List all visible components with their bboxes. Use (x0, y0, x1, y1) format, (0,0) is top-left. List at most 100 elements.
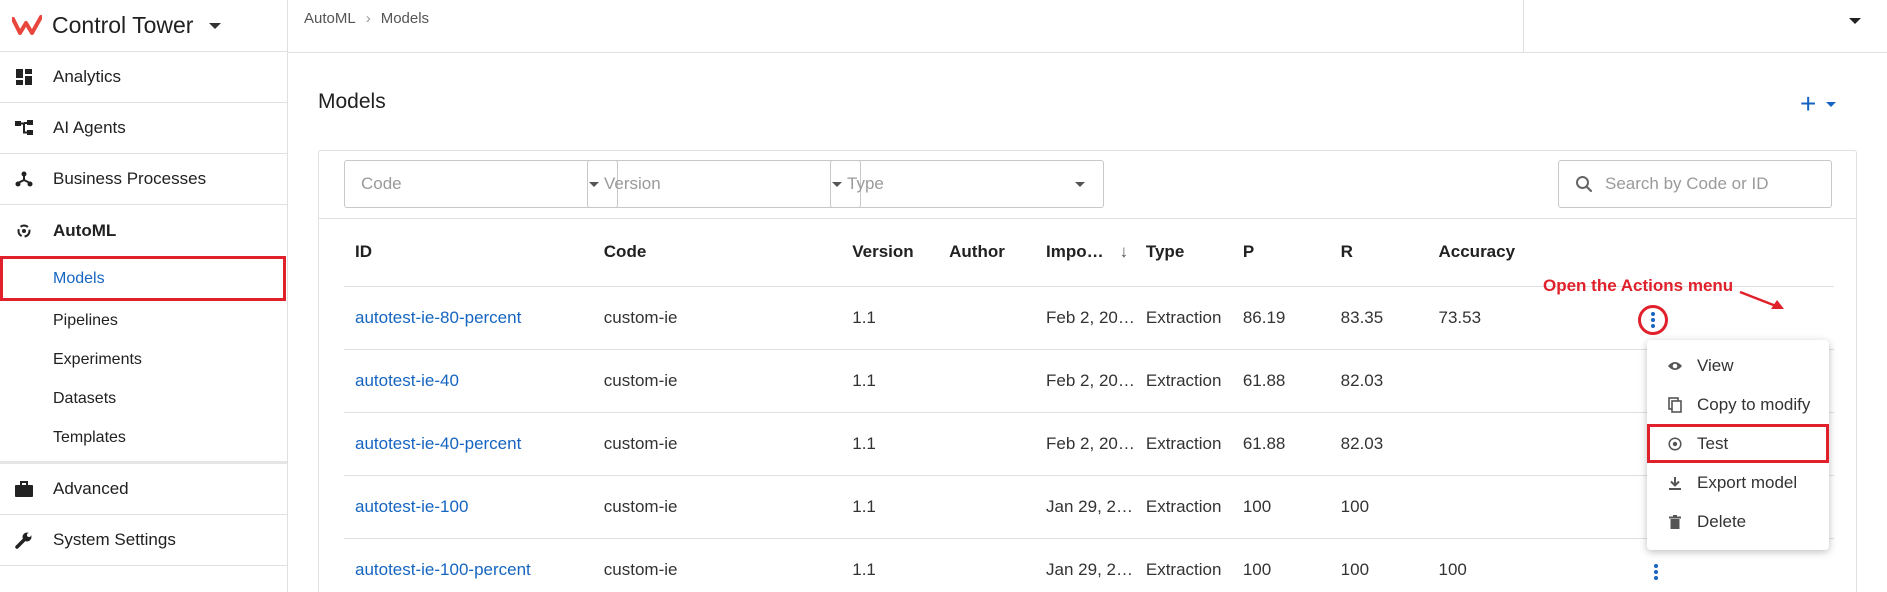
menu-item-label: Copy to modify (1697, 394, 1811, 414)
sidebar-item-ai-agents[interactable]: AI Agents (0, 103, 287, 154)
cell-code: custom-ie (592, 538, 842, 592)
cell-accuracy (1427, 475, 1525, 539)
workspace-selector[interactable] (1523, 0, 1887, 53)
cell-r: 82.03 (1329, 412, 1428, 476)
column-header-imported-label: Impo… (1046, 242, 1104, 262)
sort-descending-icon[interactable]: ↓ (1120, 242, 1129, 261)
cell-r: 82.03 (1329, 349, 1428, 413)
cell-accuracy (1427, 412, 1525, 476)
cell-p: 100 (1231, 538, 1330, 592)
model-id-link[interactable]: autotest-ie-100-percent (355, 560, 531, 579)
column-header-code[interactable]: Code (592, 219, 842, 287)
cell-p: 61.88 (1231, 412, 1330, 476)
type-filter-select[interactable]: Type (830, 160, 1104, 208)
menu-item-label: Delete (1697, 511, 1747, 531)
download-icon (1667, 475, 1683, 491)
play-circle-icon (1667, 436, 1683, 452)
table-row[interactable]: autotest-ie-100 custom-ie 1.1 Jan 29, 2…… (344, 475, 1834, 539)
cell-version: 1.1 (841, 412, 939, 476)
sidebar-subitem-templates[interactable]: Templates (0, 418, 287, 457)
sidebar-item-analytics[interactable]: Analytics (0, 52, 287, 103)
cell-p: 86.19 (1231, 286, 1330, 350)
cell-type: Extraction (1134, 286, 1232, 350)
cell-author (938, 475, 1036, 539)
sidebar-item-business-processes[interactable]: Business Processes (0, 154, 287, 205)
sidebar-item-advanced[interactable]: Advanced (0, 464, 287, 515)
table-row[interactable]: autotest-ie-40-percent custom-ie 1.1 Feb… (344, 412, 1834, 476)
sidebar-subitem-models[interactable]: Models (0, 256, 286, 301)
cell-imported: Feb 2, 20… (1035, 349, 1135, 413)
menu-item-delete[interactable]: Delete (1647, 502, 1829, 541)
model-id-link[interactable]: autotest-ie-40-percent (355, 434, 521, 453)
search-box[interactable] (1558, 160, 1832, 208)
menu-item-export-model[interactable]: Export model (1647, 463, 1829, 502)
cell-accuracy (1427, 349, 1525, 413)
chevron-right-icon: › (365, 10, 371, 27)
menu-item-copy-to-modify[interactable]: Copy to modify (1647, 385, 1829, 424)
menu-item-view[interactable]: View (1647, 346, 1829, 385)
cell-code: custom-ie (592, 475, 842, 539)
more-vert-icon[interactable] (1638, 304, 1669, 335)
menu-item-label: Export model (1697, 472, 1798, 492)
cell-imported: Jan 29, 2… (1035, 538, 1135, 592)
cell-accuracy: 100 (1427, 538, 1525, 592)
column-header-p[interactable]: P (1231, 219, 1330, 287)
breadcrumb-parent[interactable]: AutoML (304, 10, 356, 27)
column-header-id[interactable]: ID (344, 219, 593, 287)
sidebar-item-system-settings[interactable]: System Settings (0, 515, 287, 566)
chevron-down-icon (1075, 182, 1085, 187)
chevron-down-icon[interactable] (1849, 18, 1861, 24)
actions-menu: View Copy to modify Test Export model De… (1647, 340, 1829, 550)
filter-bar: Code Version Type (319, 151, 1856, 219)
column-header-author[interactable]: Author (938, 219, 1036, 287)
cell-code: custom-ie (592, 349, 842, 413)
search-icon (1576, 176, 1593, 193)
more-vert-icon[interactable] (1641, 557, 1671, 587)
trash-icon (1667, 514, 1683, 530)
column-header-r[interactable]: R (1329, 219, 1428, 287)
cell-imported: Jan 29, 2… (1035, 475, 1135, 539)
model-id-link[interactable]: autotest-ie-40 (355, 371, 459, 390)
automl-submenu: Models Pipelines Experiments Datasets Te… (0, 256, 287, 464)
cell-version: 1.1 (841, 475, 939, 539)
cell-author (938, 286, 1036, 350)
sidebar-subitem-pipelines[interactable]: Pipelines (0, 301, 287, 340)
cell-version: 1.1 (841, 538, 939, 592)
table-row[interactable]: autotest-ie-100-percent custom-ie 1.1 Ja… (344, 538, 1834, 592)
flow-icon (14, 118, 34, 138)
table-row[interactable]: autotest-ie-40 custom-ie 1.1 Feb 2, 20… … (344, 349, 1834, 413)
sidebar-subitem-datasets[interactable]: Datasets (0, 379, 287, 418)
cell-type: Extraction (1134, 412, 1232, 476)
cell-r: 100 (1329, 538, 1428, 592)
code-filter-placeholder: Code (361, 174, 402, 193)
search-input[interactable] (1605, 174, 1815, 194)
column-header-accuracy[interactable]: Accuracy (1427, 219, 1525, 287)
brand-switcher[interactable]: Control Tower (0, 0, 287, 52)
sidebar-item-label: Advanced (53, 479, 129, 498)
cell-author (938, 412, 1036, 476)
annotation-arrow-icon (1739, 290, 1784, 309)
cell-p: 61.88 (1231, 349, 1330, 413)
process-icon (14, 169, 34, 189)
copy-icon (1667, 396, 1683, 413)
menu-item-test[interactable]: Test (1647, 424, 1829, 463)
column-header-version[interactable]: Version (841, 219, 939, 287)
sidebar-item-automl[interactable]: AutoML (0, 205, 287, 256)
sidebar-item-label: AI Agents (53, 118, 126, 137)
page-title: Models (318, 90, 386, 113)
automl-icon (14, 221, 34, 241)
column-header-type[interactable]: Type (1134, 219, 1232, 287)
control-tower-logo (12, 14, 42, 35)
code-filter-select[interactable]: Code (344, 160, 618, 208)
top-bar: AutoML › Models (288, 0, 1887, 53)
models-table: ID Code Version Author Impo… ↓ Type P R A… (344, 219, 1834, 592)
cell-author (938, 349, 1036, 413)
add-model-button[interactable]: + (1800, 88, 1837, 120)
column-header-imported[interactable]: Impo… ↓ (1035, 219, 1135, 287)
sidebar-subitem-experiments[interactable]: Experiments (0, 340, 287, 379)
model-id-link[interactable]: autotest-ie-100 (355, 497, 468, 516)
version-filter-select[interactable]: Version (587, 160, 861, 208)
chevron-down-icon[interactable] (209, 22, 222, 29)
model-id-link[interactable]: autotest-ie-80-percent (355, 308, 521, 327)
type-filter-placeholder: Type (847, 174, 884, 193)
